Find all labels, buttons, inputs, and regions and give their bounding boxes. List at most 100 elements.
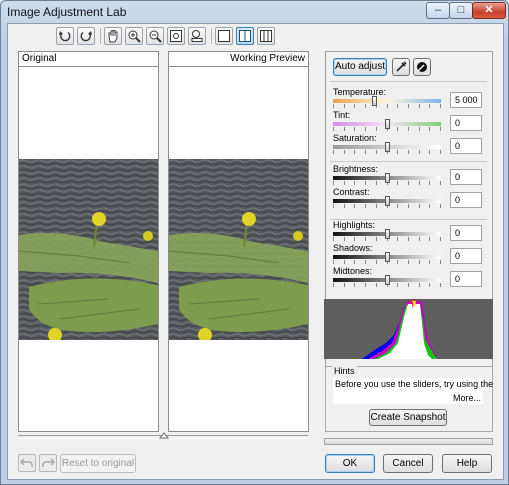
single-view-icon	[218, 30, 230, 42]
shadows-slider[interactable]	[333, 252, 441, 264]
redo-icon	[42, 458, 56, 467]
hints-text: Before you use the sliders, try using th…	[335, 379, 494, 389]
slider-tick	[429, 204, 430, 208]
slider-tick	[440, 204, 441, 208]
slider-tick	[397, 181, 398, 185]
working-preview-label: Working Preview	[169, 52, 308, 67]
black-point-eyedropper-button[interactable]	[413, 58, 431, 76]
contrast-slider[interactable]	[333, 196, 441, 208]
slider-tick	[419, 283, 420, 287]
shadows-value-field[interactable]: 0	[450, 248, 482, 264]
temperature-value-field[interactable]: 5 000	[450, 92, 482, 108]
saturation-slider[interactable]	[333, 142, 441, 154]
white-point-eyedropper-button[interactable]	[392, 58, 410, 76]
slider-tick	[333, 204, 334, 208]
maximize-button[interactable]: □	[449, 2, 473, 19]
single-view-button[interactable]	[215, 27, 233, 45]
slider-tick	[333, 283, 334, 287]
shadows-label: Shadows:	[333, 243, 373, 253]
highlights-value-field[interactable]: 0	[450, 225, 482, 241]
pan-button[interactable]	[104, 27, 122, 45]
auto-adjust-button[interactable]: Auto adjust	[333, 58, 387, 76]
temperature-label: Temperature:	[333, 87, 387, 97]
help-button[interactable]: Help	[442, 454, 492, 473]
brightness-slider[interactable]	[333, 173, 441, 185]
slider-tick	[376, 204, 377, 208]
rotate-left-button[interactable]	[56, 27, 74, 45]
original-label: Original	[19, 52, 158, 67]
slider-tick	[419, 104, 420, 108]
slider-tick	[408, 283, 409, 287]
close-button[interactable]: ✕	[472, 2, 506, 19]
slider-tick	[440, 237, 441, 241]
slider-tick	[365, 181, 366, 185]
slider-tick	[333, 260, 334, 264]
side-by-side-view-button[interactable]	[257, 27, 275, 45]
pan-hand-icon	[108, 30, 118, 43]
midtones-slider[interactable]	[333, 275, 441, 287]
cancel-button[interactable]: Cancel	[383, 454, 433, 473]
contrast-value-field[interactable]: 0	[450, 192, 482, 208]
slider-tick	[354, 127, 355, 131]
original-pane[interactable]: Original	[18, 51, 159, 432]
highlights-slider-thumb[interactable]	[385, 229, 390, 239]
slider-tick	[365, 104, 366, 108]
slider-tick	[376, 150, 377, 154]
contrast-slider-thumb[interactable]	[385, 196, 390, 206]
tint-value-field[interactable]: 0	[450, 115, 482, 131]
highlights-slider[interactable]	[333, 229, 441, 241]
tint-slider[interactable]	[333, 119, 441, 131]
undo-button[interactable]	[18, 454, 36, 472]
reset-to-original-button[interactable]: Reset to original	[60, 454, 136, 473]
fit-to-window-icon	[170, 30, 182, 42]
toolbar-separator	[211, 28, 212, 44]
snapshot-strip	[324, 438, 493, 445]
slider-tick	[344, 260, 345, 264]
create-snapshot-button[interactable]: Create Snapshot	[369, 409, 447, 426]
slider-tick	[365, 237, 366, 241]
slider-tick	[397, 204, 398, 208]
redo-button[interactable]	[39, 454, 57, 472]
slider-tick	[419, 150, 420, 154]
slider-tick	[354, 104, 355, 108]
working-preview-pane[interactable]: Working Preview	[168, 51, 309, 432]
slider-tick	[429, 104, 430, 108]
slider-tick	[408, 260, 409, 264]
saturation-value-field[interactable]: 0	[450, 138, 482, 154]
brightness-label: Brightness:	[333, 164, 379, 174]
preview-photo	[169, 159, 308, 340]
slider-tick	[408, 204, 409, 208]
slider-tick	[387, 104, 388, 108]
shadows-slider-thumb[interactable]	[385, 252, 390, 262]
slider-tick	[440, 127, 441, 131]
split-view-button[interactable]	[236, 27, 254, 45]
slider-tick	[354, 150, 355, 154]
splitter-handle-icon[interactable]	[159, 431, 169, 439]
slider-tick	[397, 150, 398, 154]
slider-tick	[344, 127, 345, 131]
slider-tick	[365, 283, 366, 287]
slider-tick	[397, 237, 398, 241]
brightness-value-field[interactable]: 0	[450, 169, 482, 185]
actual-size-button[interactable]	[188, 27, 206, 45]
ok-button[interactable]: OK	[325, 454, 375, 473]
slider-tick	[376, 181, 377, 185]
slider-tick	[419, 181, 420, 185]
highlights-label: Highlights:	[333, 220, 376, 230]
slider-tick	[419, 260, 420, 264]
slider-tick	[344, 150, 345, 154]
midtones-slider-thumb[interactable]	[385, 275, 390, 285]
saturation-slider-thumb[interactable]	[385, 142, 390, 152]
zoom-in-button[interactable]	[125, 27, 143, 45]
tint-slider-thumb[interactable]	[385, 119, 390, 129]
brightness-slider-thumb[interactable]	[385, 173, 390, 183]
temperature-slider-thumb[interactable]	[372, 96, 377, 106]
hints-more-link[interactable]: More...	[453, 393, 481, 403]
rotate-right-button[interactable]	[77, 27, 95, 45]
fit-to-window-button[interactable]	[167, 27, 185, 45]
temperature-slider[interactable]	[333, 96, 441, 108]
minimize-button[interactable]: –	[426, 2, 450, 19]
zoom-out-button[interactable]	[146, 27, 164, 45]
midtones-value-field[interactable]: 0	[450, 271, 482, 287]
tint-label: Tint:	[333, 110, 351, 120]
